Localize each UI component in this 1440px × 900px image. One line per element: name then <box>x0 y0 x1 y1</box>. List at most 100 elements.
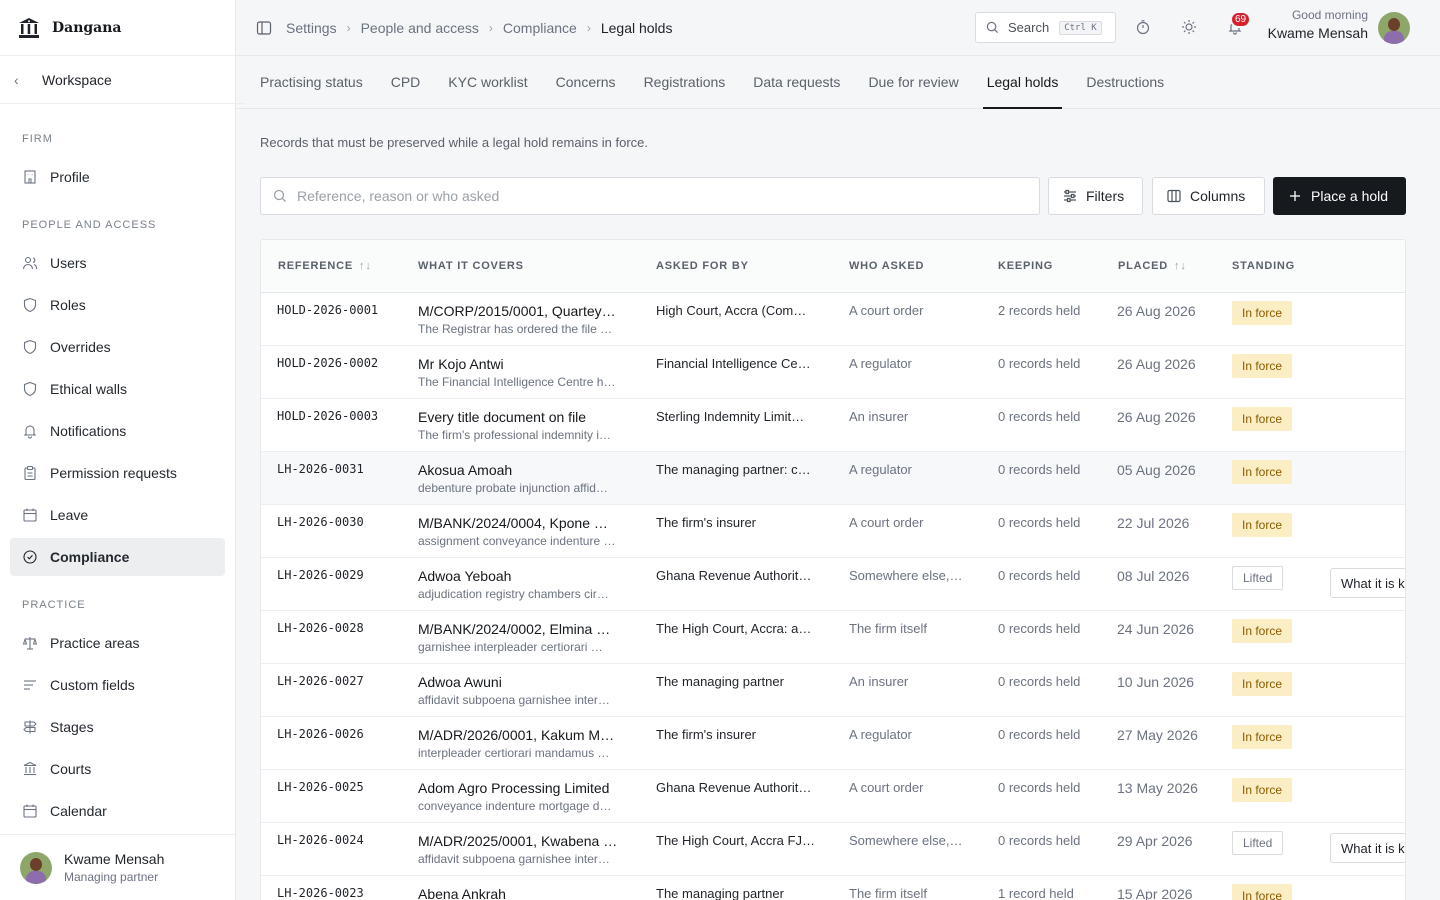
tab-registrations[interactable]: Registrations <box>640 55 730 108</box>
breadcrumb-compliance[interactable]: Compliance <box>503 20 577 36</box>
sidebar-item-label: Leave <box>50 507 89 523</box>
breadcrumb-people-and-access[interactable]: People and access <box>361 20 479 36</box>
sidebar-item-courts[interactable]: Courts <box>10 750 225 788</box>
sun-icon[interactable] <box>1181 19 1197 35</box>
hold-reference[interactable]: LH-2026-0024 <box>277 833 364 847</box>
hold-reference[interactable]: HOLD-2026-0001 <box>277 303 378 317</box>
user-menu-avatar[interactable] <box>1378 12 1410 44</box>
place-hold-button[interactable]: Place a hold <box>1273 177 1406 215</box>
col-who-asked: WHO ASKED <box>849 260 924 272</box>
hold-summary: affidavit subpoena garnishee inter… <box>418 693 610 707</box>
hold-reference[interactable]: LH-2026-0028 <box>277 621 364 635</box>
hold-title[interactable]: Adwoa Yeboah <box>418 568 626 584</box>
tab-cpd[interactable]: CPD <box>387 55 425 108</box>
table-row[interactable]: HOLD-2026-0003 Every title document on fi… <box>261 399 1405 452</box>
hold-reference[interactable]: HOLD-2026-0003 <box>277 409 378 423</box>
sidebar-item-overrides[interactable]: Overrides <box>10 328 225 366</box>
hold-summary: affidavit subpoena garnishee inter… <box>418 852 610 866</box>
sidebar-item-stages[interactable]: Stages <box>10 708 225 746</box>
filters-label: Filters <box>1086 188 1125 204</box>
sidebar-toggle-icon[interactable] <box>256 20 272 36</box>
sidebar-item-profile[interactable]: Profile <box>10 158 225 196</box>
hold-title[interactable]: Adom Agro Processing Limited <box>418 780 626 796</box>
table-row[interactable]: HOLD-2026-0002 Mr Kojo Antwi The Financial… <box>261 346 1405 399</box>
table-row[interactable]: LH-2026-0029 Adwoa Yeboah adjudication reg… <box>261 558 1405 611</box>
timer-icon[interactable] <box>1135 19 1151 35</box>
chevron-right-icon: › <box>488 20 493 35</box>
brand[interactable]: Dangana <box>0 0 235 56</box>
col-reference[interactable]: REFERENCE ↑↓ <box>278 260 372 272</box>
sidebar-item-practice-areas[interactable]: Practice areas <box>10 624 225 662</box>
table-row[interactable]: LH-2026-0031 Akosua Amoah debenture probat… <box>261 452 1405 505</box>
holds-search-input[interactable] <box>297 188 997 204</box>
hold-reference[interactable]: LH-2026-0029 <box>277 568 364 582</box>
columns-button[interactable]: Columns <box>1152 177 1265 215</box>
what-it-is-kept-button[interactable]: What it is k <box>1330 833 1405 863</box>
table-row[interactable]: LH-2026-0024 M/ADR/2025/0001, Kwabena … af… <box>261 823 1405 876</box>
hold-who-asked: The firm itself <box>849 621 928 636</box>
tab-concerns[interactable]: Concerns <box>552 55 620 108</box>
tab-destructions[interactable]: Destructions <box>1082 55 1168 108</box>
hold-asked-for-by: The firm's insurer <box>656 515 757 530</box>
hold-reference[interactable]: LH-2026-0031 <box>277 462 364 476</box>
sidebar-item-custom-fields[interactable]: Custom fields <box>10 666 225 704</box>
section-label: PRACTICE <box>22 599 86 611</box>
sidebar-item-leave[interactable]: Leave <box>10 496 225 534</box>
hold-who-asked: A regulator <box>849 727 912 742</box>
tab-legal-holds[interactable]: Legal holds <box>982 55 1063 109</box>
hold-title[interactable]: M/CORP/2015/0001, Quartey… <box>418 303 626 319</box>
hold-title[interactable]: Every title document on file <box>418 409 626 425</box>
hold-title[interactable]: Adwoa Awuni <box>418 674 626 690</box>
hold-title[interactable]: Akosua Amoah <box>418 462 626 478</box>
breadcrumb-settings[interactable]: Settings <box>286 20 337 36</box>
tab-data-requests[interactable]: Data requests <box>749 55 844 108</box>
sort-icon: ↑↓ <box>1174 260 1187 272</box>
what-it-is-kept-button[interactable]: What it is k <box>1330 568 1405 598</box>
sidebar-user-card[interactable]: Kwame Mensah Managing partner <box>0 834 235 900</box>
table-row[interactable]: LH-2026-0030 M/BANK/2024/0004, Kpone … ass… <box>261 505 1405 558</box>
sidebar-item-label: Ethical walls <box>50 381 128 397</box>
hold-placed-date: 26 Aug 2026 <box>1117 409 1196 425</box>
hold-keeping: 0 records held <box>998 780 1081 795</box>
hold-reference[interactable]: LH-2026-0030 <box>277 515 364 529</box>
col-placed[interactable]: PLACED ↑↓ <box>1118 260 1187 272</box>
hold-summary: assignment conveyance indenture … <box>418 534 616 548</box>
sidebar-item-permission-requests[interactable]: Permission requests <box>10 454 225 492</box>
col-keeping-label: KEEPING <box>998 260 1054 272</box>
hold-title[interactable]: M/ADR/2026/0001, Kakum M… <box>418 727 626 743</box>
sidebar-item-notifications[interactable]: Notifications <box>10 412 225 450</box>
hold-reference[interactable]: HOLD-2026-0002 <box>277 356 378 370</box>
greeting-text: Good morning <box>1291 8 1368 22</box>
filters-button[interactable]: Filters <box>1048 177 1143 215</box>
hold-title[interactable]: M/ADR/2025/0001, Kwabena … <box>418 833 626 849</box>
sidebar-item-ethical-walls[interactable]: Ethical walls <box>10 370 225 408</box>
table-row[interactable]: LH-2026-0026 M/ADR/2026/0001, Kakum M… int… <box>261 717 1405 770</box>
hold-title[interactable]: M/BANK/2024/0004, Kpone … <box>418 515 626 531</box>
breadcrumb: Settings › People and access › Complianc… <box>286 20 672 36</box>
table-row[interactable]: LH-2026-0025 Adom Agro Processing Limited… <box>261 770 1405 823</box>
hold-summary: adjudication registry chambers cir… <box>418 587 609 601</box>
tab-kyc-worklist[interactable]: KYC worklist <box>444 55 531 108</box>
calendar-icon <box>23 804 37 818</box>
sidebar-item-users[interactable]: Users <box>10 244 225 282</box>
tab-practising-status[interactable]: Practising status <box>256 55 367 108</box>
hold-reference[interactable]: LH-2026-0026 <box>277 727 364 741</box>
sidebar-item-calendar[interactable]: Calendar <box>10 792 225 830</box>
table-row[interactable]: HOLD-2026-0001 M/CORP/2015/0001, Quartey…… <box>261 293 1405 346</box>
tab-due-for-review[interactable]: Due for review <box>864 55 962 108</box>
table-row[interactable]: LH-2026-0023 Abena Ankrah The managing par… <box>261 876 1405 900</box>
hold-reference[interactable]: LH-2026-0025 <box>277 780 364 794</box>
hold-reference[interactable]: LH-2026-0023 <box>277 886 364 900</box>
sidebar-item-compliance[interactable]: Compliance <box>10 538 225 576</box>
hold-reference[interactable]: LH-2026-0027 <box>277 674 364 688</box>
place-hold-label: Place a hold <box>1311 188 1389 204</box>
hold-title[interactable]: Mr Kojo Antwi <box>418 356 626 372</box>
global-search-button[interactable]: Search Ctrl K <box>975 12 1116 43</box>
table-row[interactable]: LH-2026-0027 Adwoa Awuni affidavit subpoen… <box>261 664 1405 717</box>
workspace-back-link[interactable]: ‹ Workspace <box>0 56 245 104</box>
hold-title[interactable]: M/BANK/2024/0002, Elmina … <box>418 621 626 637</box>
sidebar-item-roles[interactable]: Roles <box>10 286 225 324</box>
holds-search[interactable] <box>260 177 1040 215</box>
hold-title[interactable]: Abena Ankrah <box>418 886 626 900</box>
table-row[interactable]: LH-2026-0028 M/BANK/2024/0002, Elmina … ga… <box>261 611 1405 664</box>
